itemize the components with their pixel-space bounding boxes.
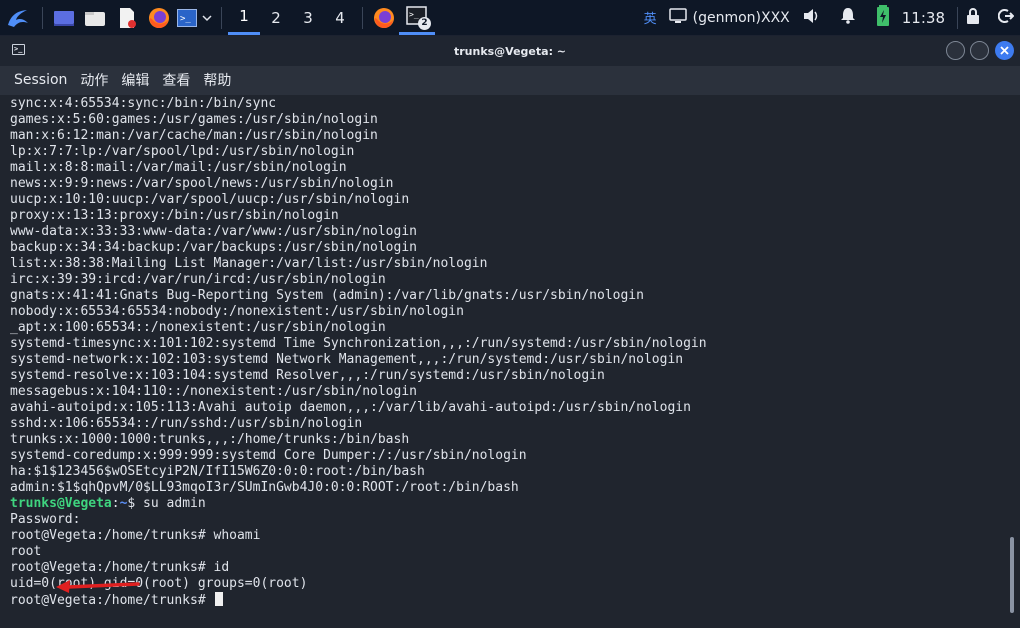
passwd-line: man:x:6:12:man:/var/cache/man:/usr/sbin/… xyxy=(10,128,378,143)
passwd-line: _apt:x:100:65534::/nonexistent:/usr/sbin… xyxy=(10,320,386,335)
passwd-line: sync:x:4:65534:sync:/bin:/bin/sync xyxy=(10,96,277,111)
window-title: trunks@Vegeta: ~ xyxy=(453,44,567,58)
prompt-colon: : xyxy=(111,496,120,511)
root-prompt-whoami: root@Vegeta:/home/trunks# whoami xyxy=(10,528,261,543)
current-prompt: root@Vegeta:/home/trunks# xyxy=(10,593,214,608)
passwd-line: sshd:x:106:65534::/run/sshd:/usr/sbin/no… xyxy=(10,416,363,431)
window-count-badge: 2 xyxy=(418,17,431,30)
close-icon xyxy=(1000,46,1009,55)
root-prompt-current: root@Vegeta:/home/trunks# xyxy=(0,592,1020,608)
menu-view[interactable]: 查看 xyxy=(162,70,190,90)
passwd-line: systemd-resolve:x:103:104:systemd Resolv… xyxy=(10,368,605,383)
passwd-line: list:x:38:38:Mailing List Manager:/var/l… xyxy=(10,256,488,271)
workspace-1[interactable]: 1 xyxy=(228,0,260,35)
passwd-line: nobody:x:65534:65534:nobody:/nonexistent… xyxy=(10,304,464,319)
chevron-down-icon[interactable] xyxy=(199,0,215,35)
terminal-window: >_ trunks@Vegeta: ~ Session 动作 编辑 查看 帮助 … xyxy=(0,36,1020,628)
battery-icon[interactable] xyxy=(876,4,890,31)
show-desktop-icon[interactable] xyxy=(49,0,79,35)
passwd-line: irc:x:39:39:ircd:/var/run/ircd:/usr/sbin… xyxy=(10,272,386,287)
menu-actions[interactable]: 动作 xyxy=(80,70,108,90)
menubar: Session 动作 编辑 查看 帮助 xyxy=(0,66,1020,94)
taskbar: >_ 1 2 3 4 >_ 2 英 (genmon)XXX 11:38 xyxy=(0,0,1020,35)
menu-edit[interactable]: 编辑 xyxy=(121,70,149,90)
user-prompt-line: trunks@Vegeta:~$ su admin xyxy=(0,496,1020,512)
passwd-line: backup:x:34:34:backup:/var/backups:/usr/… xyxy=(10,240,417,255)
text-editor-icon[interactable] xyxy=(111,0,143,35)
workspace-2[interactable]: 2 xyxy=(260,0,292,35)
passwd-line: www-data:x:33:33:www-data:/var/www:/usr/… xyxy=(10,224,417,239)
maximize-button[interactable] xyxy=(970,41,989,60)
kali-menu-icon[interactable] xyxy=(0,0,36,35)
minimize-button[interactable] xyxy=(946,41,965,60)
prompt-command: $ su admin xyxy=(127,496,206,511)
svg-text:>_: >_ xyxy=(180,14,191,24)
passwd-line: news:x:9:9:news:/var/spool/news:/usr/sbi… xyxy=(10,176,394,191)
close-button[interactable] xyxy=(995,41,1014,60)
volume-icon[interactable] xyxy=(802,8,820,28)
text-cursor xyxy=(214,592,223,606)
whoami-output: root xyxy=(10,544,42,559)
firefox-icon[interactable] xyxy=(143,0,175,35)
clock[interactable]: 11:38 xyxy=(902,9,945,27)
passwd-line: gnats:x:41:41:Gnats Bug-Reporting System… xyxy=(10,288,644,303)
taskbar-separator xyxy=(42,6,43,29)
id-output: uid=0(root) gid=0(root) groups=0(root) xyxy=(10,576,308,591)
passwd-line: lp:x:7:7:lp:/var/spool/lpd:/usr/sbin/nol… xyxy=(10,144,355,159)
passwd-line: systemd-network:x:102:103:systemd Networ… xyxy=(10,352,684,367)
passwd-line: games:x:5:60:games:/usr/games:/usr/sbin/… xyxy=(10,112,378,127)
passwd-line: mail:x:8:8:mail:/var/mail:/usr/sbin/nolo… xyxy=(10,160,347,175)
password-prompt: Password: xyxy=(10,512,81,527)
menu-session[interactable]: Session xyxy=(14,72,67,88)
taskbar-separator xyxy=(221,6,222,29)
annotation-arrow-icon xyxy=(56,580,140,593)
passwd-line: systemd-coredump:x:999:999:systemd Core … xyxy=(10,448,527,463)
passwd-line: avahi-autoipd:x:105:113:Avahi autoip dae… xyxy=(10,400,691,415)
passwd-line: uucp:x:10:10:uucp:/var/spool/uucp:/usr/s… xyxy=(10,192,410,207)
file-manager-icon[interactable] xyxy=(79,0,111,35)
taskbar-separator xyxy=(362,6,363,29)
root-prompt-id: root@Vegeta:/home/trunks# id xyxy=(10,560,230,575)
terminal-window-button[interactable]: >_ 2 xyxy=(399,0,435,35)
passwd-line: trunks:x:1000:1000:trunks,,,:/home/trunk… xyxy=(10,432,410,447)
lock-icon[interactable] xyxy=(966,7,980,28)
terminal-title-icon: >_ xyxy=(12,44,25,55)
firefox-window-icon[interactable] xyxy=(369,0,399,35)
monitor-icon xyxy=(668,7,687,28)
prompt-user: trunks@Vegeta xyxy=(10,496,112,511)
logout-icon[interactable] xyxy=(997,8,1015,28)
input-method-indicator[interactable]: 英 xyxy=(644,8,657,27)
scrollbar[interactable] xyxy=(1010,537,1014,613)
workspace-3[interactable]: 3 xyxy=(292,0,324,35)
passwd-line: ha:$1$123456$wOSEtcyiP2N/IfI15W6Z0:0:0:r… xyxy=(10,464,425,479)
passwd-line: admin:$1$qhQpvM/0$LL93mqoI3r/SUmInGwb4J0… xyxy=(10,480,519,495)
terminal-output[interactable]: sync:x:4:65534:sync:/bin:/bin/sync games:… xyxy=(0,95,1020,628)
svg-text:>_: >_ xyxy=(409,10,419,19)
notification-bell-icon[interactable] xyxy=(840,7,856,28)
passwd-line: messagebus:x:104:110::/nonexistent:/usr/… xyxy=(10,384,417,399)
taskbar-separator xyxy=(957,6,958,29)
passwd-output: sync:x:4:65534:sync:/bin:/bin/sync games:… xyxy=(0,96,1020,496)
passwd-line: proxy:x:13:13:proxy:/bin:/usr/sbin/nolog… xyxy=(10,208,339,223)
workspace-4[interactable]: 4 xyxy=(324,0,356,35)
menu-help[interactable]: 帮助 xyxy=(203,70,231,90)
genmon-label: (genmon)XXX xyxy=(692,9,790,26)
passwd-line: systemd-timesync:x:101:102:systemd Time … xyxy=(10,336,707,351)
terminal-launcher-icon[interactable]: >_ xyxy=(175,0,199,35)
window-titlebar[interactable]: >_ trunks@Vegeta: ~ xyxy=(0,36,1020,66)
